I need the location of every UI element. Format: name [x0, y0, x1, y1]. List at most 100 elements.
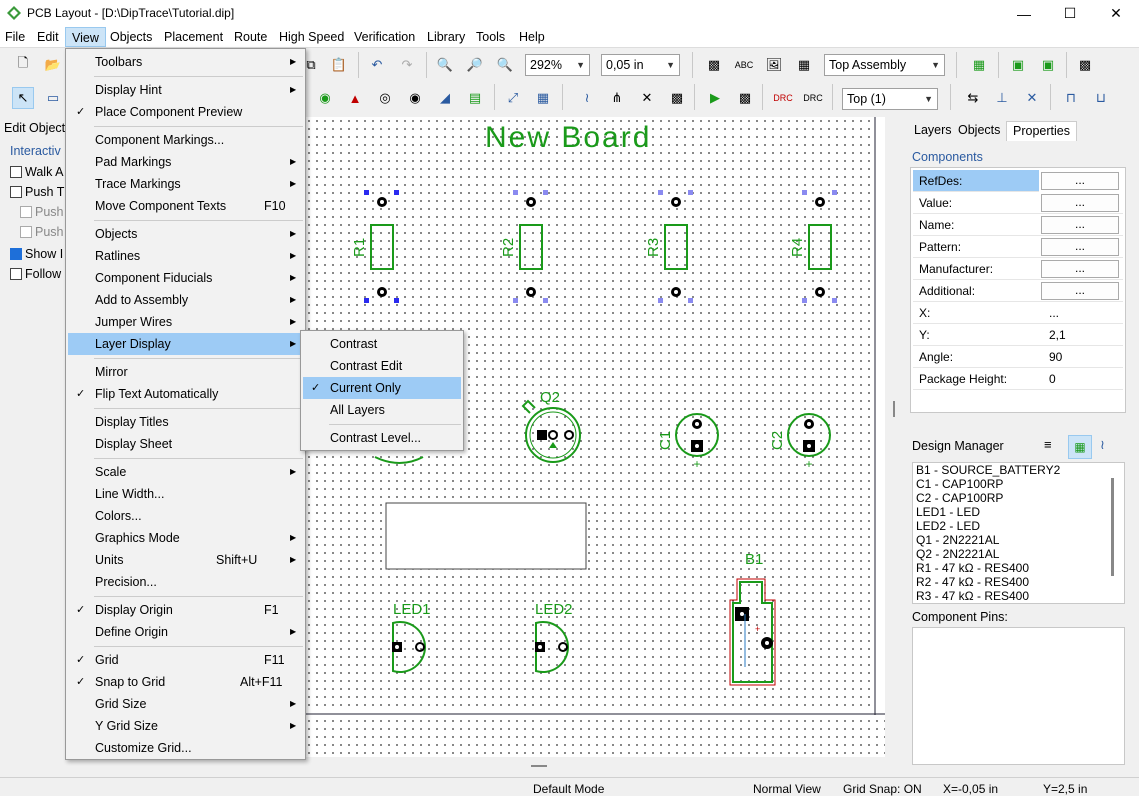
- route-trace-icon[interactable]: ≀: [576, 87, 598, 109]
- selection-handle[interactable]: [513, 298, 518, 303]
- menu-edit[interactable]: Edit: [37, 30, 59, 44]
- property-ellipsis-button[interactable]: ...: [1041, 216, 1119, 234]
- property-row[interactable]: Manufacturer:...: [913, 258, 1123, 280]
- selection-handle[interactable]: [802, 190, 807, 195]
- hole-icon[interactable]: ◎: [374, 87, 396, 109]
- menu-item-grid[interactable]: ✓ Grid F11: [68, 649, 303, 671]
- shape-icon[interactable]: ▤: [464, 87, 486, 109]
- menu-item-display-sheet[interactable]: Display Sheet: [68, 433, 303, 455]
- vertical-scrollbar[interactable]: [885, 117, 903, 757]
- selection-handle[interactable]: [543, 298, 548, 303]
- menu-item-layer-display[interactable]: Layer Display ▶: [68, 333, 303, 355]
- menu-item-ratlines[interactable]: Ratlines ▶: [68, 245, 303, 267]
- board-cutout-rect[interactable]: [385, 502, 587, 570]
- select-area-icon[interactable]: ▭: [42, 87, 64, 109]
- menu-item-all-layers[interactable]: All Layers: [303, 399, 461, 421]
- menu-item-snap-to-grid[interactable]: ✓ Snap to Grid Alt+F11: [68, 671, 303, 693]
- menu-item-y-grid-size[interactable]: Y Grid Size ▶: [68, 715, 303, 737]
- zoom-in-icon[interactable]: 🔍: [434, 54, 456, 76]
- menu-item-add-to-assembly[interactable]: Add to Assembly ▶: [68, 289, 303, 311]
- menu-item-pad-markings[interactable]: Pad Markings ▶: [68, 151, 303, 173]
- property-row[interactable]: Additional:...: [913, 280, 1123, 302]
- property-row[interactable]: Value:...: [913, 192, 1123, 214]
- zoom-fit-icon[interactable]: 🔍: [494, 54, 516, 76]
- new-file-icon[interactable]: 🗋: [12, 54, 34, 76]
- menu-item-scale[interactable]: Scale ▶: [68, 461, 303, 483]
- list-item[interactable]: C2 - CAP100RP: [913, 491, 1124, 505]
- selection-handle[interactable]: [394, 190, 399, 195]
- assembly-combo[interactable]: Top Assembly ▼: [824, 54, 945, 76]
- selection-handle[interactable]: [543, 190, 548, 195]
- property-value[interactable]: ...: [1049, 306, 1059, 320]
- maximize-icon[interactable]: ☐: [1047, 0, 1093, 27]
- component-icon[interactable]: ▦: [968, 54, 990, 76]
- property-ellipsis-button[interactable]: ...: [1041, 172, 1119, 190]
- redo-icon[interactable]: ↷: [396, 54, 418, 76]
- zoom-combo[interactable]: 292% ▼: [525, 54, 590, 76]
- selection-handle[interactable]: [658, 298, 663, 303]
- align-icon[interactable]: ⊥: [991, 87, 1013, 109]
- property-ellipsis-button[interactable]: ...: [1041, 238, 1119, 256]
- component-pins-list[interactable]: [912, 627, 1125, 765]
- board-refresh-icon[interactable]: ▣: [1037, 54, 1059, 76]
- menu-item-jumper-wires[interactable]: Jumper Wires ▶: [68, 311, 303, 333]
- menu-item-place-component-preview[interactable]: ✓ Place Component Preview: [68, 101, 303, 123]
- menu-item-precision[interactable]: Precision...: [68, 571, 303, 593]
- list-item[interactable]: LED1 - LED: [913, 505, 1124, 519]
- selection-handle[interactable]: [688, 190, 693, 195]
- menu-item-component-fiducials[interactable]: Component Fiducials ▶: [68, 267, 303, 289]
- menu-item-grid-size[interactable]: Grid Size ▶: [68, 693, 303, 715]
- menu-item-display-origin[interactable]: ✓ Display Origin F1: [68, 599, 303, 621]
- show-checkbox[interactable]: Show I: [10, 247, 63, 261]
- selection-handle[interactable]: [364, 298, 369, 303]
- menu-high-speed[interactable]: High Speed: [279, 30, 344, 44]
- layer-combo[interactable]: Top (1) ▼: [842, 88, 938, 110]
- property-row[interactable]: Name:...: [913, 214, 1123, 236]
- list-scrollbar[interactable]: [1111, 478, 1114, 576]
- list-view-icon[interactable]: ≡: [1044, 437, 1062, 457]
- list-item[interactable]: R3 - 47 kΩ - RES400: [913, 589, 1124, 603]
- walk-around-checkbox[interactable]: Walk A: [10, 165, 63, 179]
- list-item[interactable]: Q1 - 2N2221AL: [913, 533, 1124, 547]
- tab-layers[interactable]: Layers: [908, 121, 958, 141]
- list-item[interactable]: C1 - CAP100RP: [913, 477, 1124, 491]
- copper-pour-icon[interactable]: ◢: [434, 87, 456, 109]
- list-item[interactable]: Q2 - 2N2221AL: [913, 547, 1124, 561]
- list-item[interactable]: R1 - 47 kΩ - RES400: [913, 561, 1124, 575]
- image-icon[interactable]: 🖼: [763, 54, 785, 76]
- menu-item-line-width[interactable]: Line Width...: [68, 483, 303, 505]
- property-row[interactable]: Package Height: 0: [913, 368, 1123, 390]
- dimension-icon[interactable]: ⤢: [502, 87, 524, 109]
- menu-item-move-component-texts[interactable]: Move Component Texts F10: [68, 195, 303, 217]
- pad-icon[interactable]: ◉: [314, 87, 336, 109]
- menu-route[interactable]: Route: [234, 30, 267, 44]
- selection-handle[interactable]: [658, 190, 663, 195]
- rotate-icon[interactable]: ⇆: [962, 87, 984, 109]
- property-value[interactable]: 90: [1049, 350, 1062, 364]
- list-item[interactable]: B1 - SOURCE_BATTERY2: [913, 463, 1124, 477]
- spellcheck-icon[interactable]: ABC: [733, 54, 755, 76]
- property-row[interactable]: Angle: 90: [913, 346, 1123, 368]
- menu-item-contrast-edit[interactable]: Contrast Edit: [303, 355, 461, 377]
- components-view-icon[interactable]: ▦: [1068, 435, 1092, 459]
- selection-handle[interactable]: [688, 298, 693, 303]
- selection-handle[interactable]: [832, 190, 837, 195]
- paste-icon[interactable]: 📋: [328, 54, 350, 76]
- menu-item-units[interactable]: Units Shift+U ▶: [68, 549, 303, 571]
- list-item[interactable]: R2 - 47 kΩ - RES400: [913, 575, 1124, 589]
- menu-item-objects[interactable]: Objects ▶: [68, 223, 303, 245]
- follow-checkbox[interactable]: Follow: [10, 267, 61, 281]
- menu-item-graphics-mode[interactable]: Graphics Mode ▶: [68, 527, 303, 549]
- minimize-icon[interactable]: —: [1001, 0, 1047, 27]
- menu-item-define-origin[interactable]: Define Origin ▶: [68, 621, 303, 643]
- push-option-checkbox[interactable]: Push: [20, 205, 64, 219]
- menu-item-colors[interactable]: Colors...: [68, 505, 303, 527]
- export-icon[interactable]: ▩: [1074, 54, 1096, 76]
- property-row[interactable]: Y: 2,1: [913, 324, 1123, 346]
- menu-view[interactable]: View: [65, 27, 106, 47]
- selection-handle[interactable]: [513, 190, 518, 195]
- property-value[interactable]: 0: [1049, 372, 1056, 386]
- menu-verification[interactable]: Verification: [354, 30, 415, 44]
- tab-properties[interactable]: Properties: [1006, 121, 1077, 141]
- menu-item-toolbars[interactable]: Toolbars ▶: [68, 51, 303, 73]
